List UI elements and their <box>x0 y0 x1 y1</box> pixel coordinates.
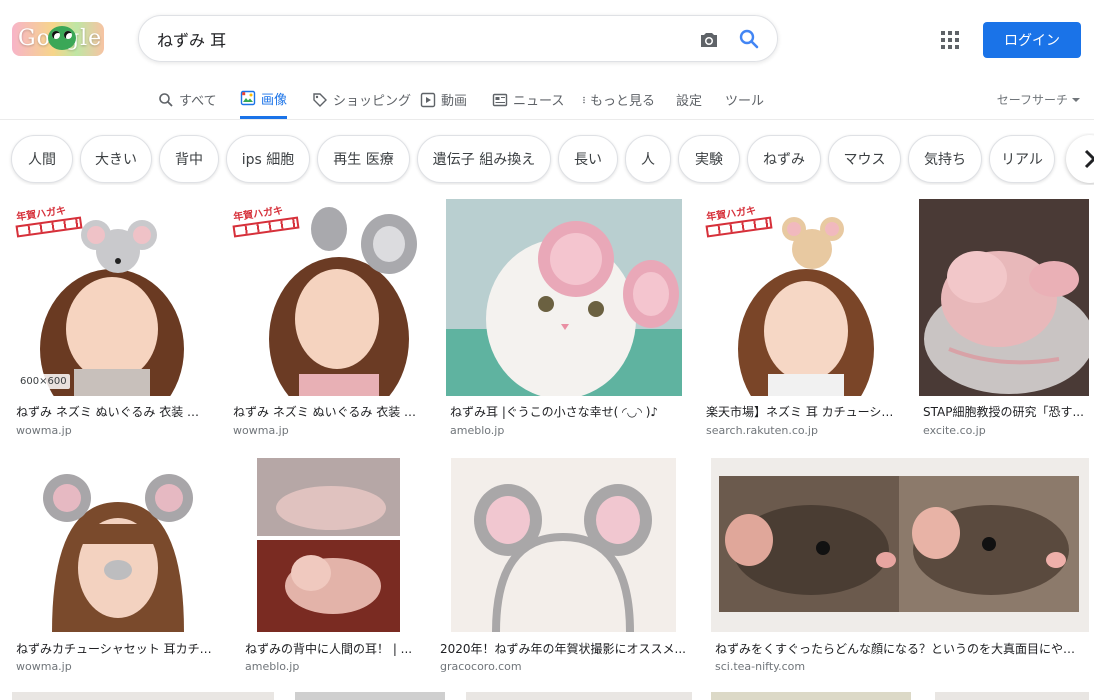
tab-settings[interactable]: 設定 <box>676 80 702 119</box>
result-thumbnail[interactable] <box>446 199 682 396</box>
result-caption[interactable]: ねずみ ネズミ ぬいぐるみ 衣装 仮... <box>16 403 210 420</box>
result-thumbnail[interactable] <box>711 458 1089 632</box>
search-box <box>138 15 778 62</box>
result-thumbnail[interactable] <box>436 458 691 632</box>
tab-news[interactable]: ニュース <box>492 80 564 119</box>
result-source[interactable]: wowma.jp <box>16 424 72 437</box>
result-source[interactable]: search.rakuten.co.jp <box>706 424 818 437</box>
search-icon <box>159 92 173 107</box>
image-result-partial[interactable] <box>711 692 911 700</box>
result-thumbnail[interactable]: 年賀ハガキ <box>702 199 899 396</box>
result-thumbnail[interactable] <box>12 458 221 632</box>
result-caption[interactable]: 楽天市場】ネズミ 耳 カチューシャ... <box>706 403 899 420</box>
tab-label: もっと見る <box>590 94 656 109</box>
chip[interactable]: リアル <box>989 135 1055 183</box>
result-source[interactable]: excite.co.jp <box>923 424 986 437</box>
result-thumbnail[interactable] <box>241 458 416 632</box>
chip[interactable]: 背中 <box>159 135 219 183</box>
more-vert-icon <box>583 96 585 103</box>
login-button[interactable]: ログイン <box>983 22 1081 58</box>
result-caption[interactable]: ねずみをくすぐったらどんな顔になる？というのを大真面目にやっ ... <box>715 640 1087 657</box>
chip[interactable]: ねずみ <box>747 135 821 183</box>
news-icon <box>492 93 508 106</box>
apps-grid-icon[interactable] <box>940 30 960 50</box>
tab-all[interactable]: すべて <box>158 80 217 119</box>
result-source[interactable]: ameblo.jp <box>450 424 504 437</box>
tab-label: 設定 <box>676 94 703 109</box>
image-result[interactable]: ねずみ耳 |ぐうこの小さな幸せ( ◜◡◝ )♪ ameblo.jp <box>446 199 682 439</box>
image-result[interactable]: 年賀ハガキ ねずみ ネズミ ぬいぐるみ 衣装 仮... wowma.jp <box>229 199 426 439</box>
image-result-partial[interactable] <box>466 692 692 700</box>
caret-down-icon <box>1072 97 1080 102</box>
tab-shopping[interactable]: ショッピング <box>312 80 411 119</box>
tab-label: すべて <box>179 94 217 109</box>
google-doodle-logo[interactable]: Google <box>12 22 104 56</box>
chevron-right-icon <box>1084 149 1094 169</box>
chip[interactable]: 人 <box>625 135 671 183</box>
two-rats-faces-image <box>711 458 1089 632</box>
chip[interactable]: 人間 <box>11 135 73 183</box>
image-result[interactable]: STAP細胞教授の研究「恐す... excite.co.jp <box>919 199 1089 439</box>
related-search-chips: 人間 大きい 背中 ips 細胞 再生 医療 遺伝子 組み換え 長い 人 実験 … <box>0 133 1094 185</box>
header: Google ログイン <box>0 0 1094 80</box>
chips-scroll-next-button[interactable] <box>1066 135 1094 183</box>
safesearch-dropdown[interactable]: セーフサーチ <box>997 80 1080 119</box>
image-result-partial[interactable] <box>935 692 1089 700</box>
tab-more[interactable]: もっと見る <box>580 80 655 119</box>
tab-videos[interactable]: 動画 <box>420 80 467 119</box>
tab-label: ツール <box>725 94 765 109</box>
search-tabs: すべて 画像 ショッピング 動画 ニュース もっと見る 設定 ツール セーフサー… <box>0 80 1094 120</box>
chip[interactable]: マウス <box>828 135 901 183</box>
mouse-ears-headband-image <box>451 458 676 632</box>
image-size-badge: 600×600 <box>17 374 70 389</box>
result-caption[interactable]: STAP細胞教授の研究「恐す... <box>923 403 1089 420</box>
result-thumbnail[interactable]: 年賀ハガキ <box>229 199 426 396</box>
chip[interactable]: 大きい <box>80 135 152 183</box>
tab-label: ショッピング <box>333 94 412 109</box>
result-source[interactable]: ameblo.jp <box>245 660 299 673</box>
result-caption[interactable]: ねずみカチューシャセット 耳カチュ... <box>16 640 221 657</box>
play-icon <box>420 92 436 107</box>
chip[interactable]: 実験 <box>678 135 740 183</box>
result-source[interactable]: wowma.jp <box>16 660 72 673</box>
tag-icon <box>313 92 327 107</box>
camera-icon[interactable] <box>697 28 721 52</box>
image-result[interactable]: 2020年！ねずみ年の年賀状撮影にオススメ... gracocoro.com <box>436 458 691 678</box>
tab-label: 動画 <box>441 94 468 109</box>
tab-label: ニュース <box>513 94 565 109</box>
image-result[interactable]: ねずみの背中に人間の耳！ | ... ameblo.jp <box>241 458 416 678</box>
result-source[interactable]: sci.tea-nifty.com <box>715 660 805 673</box>
girl-with-mouse-ears-set-image <box>12 458 221 632</box>
result-caption[interactable]: ねずみ ネズミ ぬいぐるみ 衣装 仮... <box>233 403 426 420</box>
hairless-mouse-with-ear-image <box>919 199 1089 396</box>
result-source[interactable]: wowma.jp <box>233 424 289 437</box>
image-result[interactable]: 年賀ハガキ 600×600 ねずみ ネズミ ぬいぐるみ 衣装 仮... wowm… <box>12 199 210 439</box>
frog-icon <box>48 26 76 50</box>
chip[interactable]: 遺伝子 組み換え <box>417 135 551 183</box>
tab-images[interactable]: 画像 <box>240 80 288 119</box>
search-input[interactable] <box>157 26 677 52</box>
image-result[interactable]: 年賀ハガキ 楽天市場】ネズミ 耳 カチューシャ... search.rakute… <box>702 199 899 439</box>
white-cat-with-mouse-ears-image <box>446 199 682 396</box>
chip[interactable]: 長い <box>558 135 618 183</box>
result-thumbnail[interactable]: 年賀ハガキ 600×600 <box>12 199 210 396</box>
image-icon <box>240 90 256 106</box>
search-icon[interactable] <box>737 27 761 51</box>
chip[interactable]: ips 細胞 <box>226 135 310 183</box>
result-thumbnail[interactable] <box>919 199 1089 396</box>
chip[interactable]: 気持ち <box>908 135 982 183</box>
chip[interactable]: 再生 医療 <box>317 135 410 183</box>
result-caption[interactable]: 2020年！ねずみ年の年賀状撮影にオススメ... <box>440 640 691 657</box>
result-caption[interactable]: ねずみ耳 |ぐうこの小さな幸せ( ◜◡◝ )♪ <box>450 403 682 420</box>
vacanti-mouse-photos-image <box>241 458 416 632</box>
safesearch-label: セーフサーチ <box>996 93 1068 107</box>
image-result-partial[interactable] <box>12 692 274 700</box>
result-caption[interactable]: ねずみの背中に人間の耳！ | ... <box>245 640 416 657</box>
tab-tools[interactable]: ツール <box>725 80 764 119</box>
image-result[interactable]: ねずみをくすぐったらどんな顔になる？というのを大真面目にやっ ... sci.t… <box>711 458 1089 678</box>
image-result[interactable]: ねずみカチューシャセット 耳カチュ... wowma.jp <box>12 458 221 678</box>
result-source[interactable]: gracocoro.com <box>440 660 522 673</box>
tab-label: 画像 <box>261 92 288 108</box>
image-result-partial[interactable] <box>295 692 445 700</box>
